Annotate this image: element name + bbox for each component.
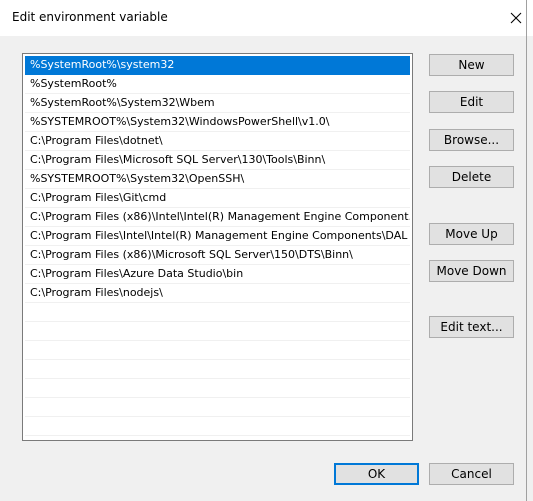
move-down-button[interactable]: Move Down	[429, 260, 514, 282]
list-item[interactable]: %SystemRoot%\System32\Wbem	[25, 94, 410, 113]
list-item[interactable]: %SystemRoot%\system32	[25, 56, 410, 75]
list-item[interactable]: C:\Program Files (x86)\Microsoft SQL Ser…	[25, 246, 410, 265]
list-item[interactable]: C:\Program Files\Intel\Intel(R) Manageme…	[25, 227, 410, 246]
delete-button[interactable]: Delete	[429, 166, 514, 188]
edit-environment-variable-dialog: Edit environment variable %SystemRoot%\s…	[0, 0, 533, 501]
window-edge	[526, 0, 527, 501]
list-item[interactable]: C:\Program Files\nodejs\	[25, 284, 410, 303]
list-item[interactable]: %SYSTEMROOT%\System32\OpenSSH\	[25, 170, 410, 189]
title-bar: Edit environment variable	[0, 0, 533, 36]
dialog-title: Edit environment variable	[12, 10, 168, 24]
empty-list-row[interactable]	[25, 417, 410, 436]
list-item[interactable]: C:\Program Files\dotnet\	[25, 132, 410, 151]
list-item[interactable]: %SYSTEMROOT%\System32\WindowsPowerShell\…	[25, 113, 410, 132]
cancel-button[interactable]: Cancel	[429, 463, 514, 485]
empty-list-row[interactable]	[25, 303, 410, 322]
new-button[interactable]: New	[429, 54, 514, 76]
ok-button[interactable]: OK	[334, 463, 419, 485]
list-item[interactable]: C:\Program Files\Git\cmd	[25, 189, 410, 208]
empty-list-row[interactable]	[25, 322, 410, 341]
list-item[interactable]: C:\Program Files\Azure Data Studio\bin	[25, 265, 410, 284]
empty-list-row[interactable]	[25, 360, 410, 379]
list-item[interactable]: C:\Program Files (x86)\Intel\Intel(R) Ma…	[25, 208, 410, 227]
edit-button[interactable]: Edit	[429, 91, 514, 113]
browse-button[interactable]: Browse...	[429, 129, 514, 151]
close-button[interactable]	[499, 0, 533, 36]
empty-list-row[interactable]	[25, 341, 410, 360]
close-icon	[510, 12, 522, 24]
list-item[interactable]: C:\Program Files\Microsoft SQL Server\13…	[25, 151, 410, 170]
empty-list-row[interactable]	[25, 398, 410, 417]
move-up-button[interactable]: Move Up	[429, 223, 514, 245]
empty-list-row[interactable]	[25, 379, 410, 398]
path-list[interactable]: %SystemRoot%\system32 %SystemRoot% %Syst…	[22, 53, 413, 441]
edit-text-button[interactable]: Edit text...	[429, 316, 514, 338]
list-item[interactable]: %SystemRoot%	[25, 75, 410, 94]
